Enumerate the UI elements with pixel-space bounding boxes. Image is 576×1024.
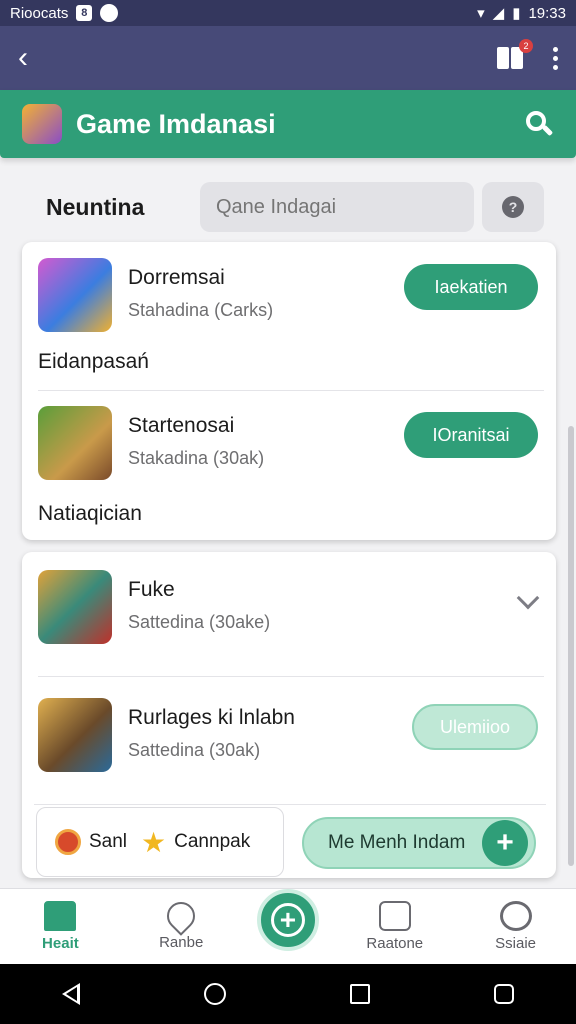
system-back-icon[interactable] <box>62 983 80 1005</box>
search-icon[interactable] <box>524 109 554 139</box>
divider <box>38 390 544 391</box>
system-assist-icon[interactable] <box>494 984 514 1004</box>
menu-button-label: Me Menh Indam <box>328 832 466 853</box>
nav-map[interactable]: Ranbe <box>136 896 226 951</box>
nav-home[interactable]: Heait <box>15 901 105 952</box>
message-icon <box>378 901 411 931</box>
list-item[interactable]: Startenosai Stakadina (30ak) IOranitsai <box>38 406 538 486</box>
chip-left-label: Sanl <box>89 831 128 852</box>
game-name: Rurlages ki lnlabn <box>128 706 295 729</box>
list-item[interactable]: Dorremsai Stahadina (Carks) Iaekatien <box>38 258 538 338</box>
card-footer: Sanl ★ Cannpak Me Menh Indam + <box>34 804 546 878</box>
divider <box>38 676 544 677</box>
filter-row: Neuntina ? <box>0 182 576 232</box>
status-bar: Rioocats 8 ▾ ◢ ▮ 19:33 <box>0 0 576 26</box>
filter-label: Neuntina <box>46 193 145 220</box>
battery-icon: ▮ <box>512 5 521 22</box>
system-home-icon[interactable] <box>204 983 226 1005</box>
page-title: Game Imdanasi <box>76 108 276 139</box>
notification-badge: 2 <box>519 39 533 53</box>
help-icon: ? <box>502 196 524 218</box>
game-name: Fuke <box>128 578 175 601</box>
game-card-primary: Dorremsai Stahadina (Carks) Iaekatien Ei… <box>22 242 556 540</box>
nav-label: Heait <box>42 935 79 952</box>
location-icon <box>161 896 201 936</box>
list-item[interactable]: Fuke Sattedina (30ake) <box>38 570 540 650</box>
menu-button[interactable]: Me Menh Indam + <box>302 817 536 869</box>
nav-messages[interactable]: Raatone <box>350 901 440 952</box>
nav-label: Ssiaie <box>495 935 536 952</box>
carrier-label: Rioocats <box>10 4 69 22</box>
clock: 19:33 <box>528 4 566 22</box>
signal-icon: ◢ <box>492 5 505 22</box>
status-badge: 8 <box>76 5 93 21</box>
search-input[interactable] <box>200 182 474 232</box>
game-action-button[interactable]: Ulemiioo <box>412 704 538 750</box>
reward-chip[interactable]: Sanl ★ Cannpak <box>36 807 284 877</box>
section-label: Eidanpasań <box>38 350 149 373</box>
game-action-button[interactable]: IOranitsai <box>404 412 538 458</box>
plus-icon: + <box>482 820 528 866</box>
app-logo <box>22 104 62 144</box>
nav-settings[interactable]: Ssiaie <box>471 901 561 952</box>
chip-right-label: Cannpak <box>174 831 251 852</box>
game-icon <box>38 570 112 644</box>
list-item[interactable]: Rurlages ki lnlabn Sattedina (30ak) Ulem… <box>38 698 538 778</box>
chevron-down-icon[interactable] <box>516 586 540 610</box>
game-subtitle: Stakadina (30ak) <box>128 448 265 468</box>
coin-icon <box>55 829 81 855</box>
app-bar: ‹ 2 <box>0 26 576 90</box>
wifi-icon: ▾ <box>477 5 485 22</box>
add-icon: + <box>270 902 305 937</box>
help-button[interactable]: ? <box>482 182 544 232</box>
game-name: Dorremsai <box>128 266 225 289</box>
bottom-nav: Heait Ranbe + Raatone Ssiaie <box>0 888 576 964</box>
back-icon[interactable]: ‹ <box>18 41 48 75</box>
more-options-icon[interactable] <box>553 46 558 70</box>
game-card-secondary: Fuke Sattedina (30ake) Rurlages ki lnlab… <box>22 552 556 878</box>
header-bar: Game Imdanasi <box>0 90 576 158</box>
game-icon <box>38 258 112 332</box>
library-icon[interactable]: 2 <box>497 39 533 69</box>
system-recents-icon[interactable] <box>350 984 370 1004</box>
star-icon: ★ <box>141 826 167 858</box>
game-name: Startenosai <box>128 414 235 437</box>
nav-label: Ranbe <box>159 934 204 951</box>
notification-dot-icon <box>100 4 119 22</box>
section-label: Natiaqician <box>38 502 142 525</box>
game-subtitle: Stahadina (Carks) <box>128 300 274 320</box>
nav-label: Raatone <box>366 935 424 952</box>
game-subtitle: Sattedina (30ak) <box>128 740 261 760</box>
system-nav-bar <box>0 964 576 1024</box>
home-icon <box>44 901 77 931</box>
scrollbar[interactable] <box>568 426 574 866</box>
game-icon <box>38 698 112 772</box>
center-add-button[interactable]: + <box>256 888 319 951</box>
game-action-button[interactable]: Iaekatien <box>404 264 538 310</box>
game-subtitle: Sattedina (30ake) <box>128 612 271 632</box>
gear-icon <box>499 901 532 931</box>
game-icon <box>38 406 112 480</box>
